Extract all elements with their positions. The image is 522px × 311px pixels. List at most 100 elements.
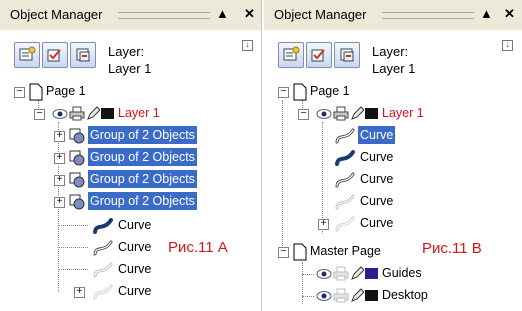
- tree-item-curve[interactable]: + Curve: [264, 214, 520, 235]
- page-label: Page 1: [46, 84, 86, 98]
- docker-grip[interactable]: [382, 12, 474, 19]
- curve-icon: [335, 150, 355, 166]
- layer-color-swatch: [365, 108, 378, 119]
- layer-caption: Layer:: [372, 44, 409, 59]
- figure-caption: Рис.11 В: [422, 240, 482, 257]
- docker-titlebar[interactable]: Object Manager ▲ ✕: [264, 0, 522, 30]
- tree-item-curve[interactable]: Curve: [264, 148, 520, 169]
- collapse-toggle[interactable]: −: [14, 87, 25, 98]
- group-label: Group of 2 Objects: [88, 192, 197, 210]
- printer-icon[interactable]: [69, 106, 85, 121]
- active-layer-name: Layer 1: [108, 61, 152, 76]
- expand-toggle[interactable]: +: [54, 175, 65, 186]
- figure-caption: Рис.11 А: [168, 239, 228, 256]
- layer-manager-view-icon[interactable]: [70, 42, 96, 68]
- object-tree: − Page 1 − Layer 1 Curve Curve Curve Cur…: [264, 78, 522, 311]
- page-icon: [29, 83, 43, 101]
- eye-icon[interactable]: [316, 108, 332, 120]
- expand-toggle[interactable]: +: [74, 287, 85, 298]
- docker-grip[interactable]: [118, 12, 210, 19]
- edit-across-layers-icon[interactable]: [42, 42, 68, 68]
- active-layer-name: Layer 1: [372, 61, 416, 76]
- group-icon: [69, 172, 85, 188]
- printer-icon[interactable]: [333, 288, 349, 303]
- close-icon[interactable]: ✕: [244, 6, 255, 22]
- curve-label: Curve: [358, 126, 396, 144]
- tree-item-layer[interactable]: − Layer 1: [0, 104, 260, 125]
- tree-item-curve[interactable]: + Curve: [0, 282, 260, 303]
- pencil-icon[interactable]: [86, 106, 100, 121]
- docker-toolbar: Layer: Layer 1 ↓: [0, 30, 261, 78]
- expand-toggle[interactable]: +: [54, 131, 65, 142]
- options-arrow-icon[interactable]: ↓: [502, 40, 513, 51]
- tree-item-guides[interactable]: Guides: [264, 264, 520, 285]
- docker-toolbar: Layer: Layer 1 ↓: [264, 30, 522, 78]
- group-icon: [69, 150, 85, 166]
- printer-icon[interactable]: [333, 266, 349, 281]
- object-tree: − Page 1 − Layer 1 + Group of 2 Objects …: [0, 78, 261, 311]
- group-label: Group of 2 Objects: [88, 126, 197, 144]
- tree-item-group[interactable]: + Group of 2 Objects: [0, 126, 260, 147]
- curve-icon: [335, 128, 355, 144]
- docker-title: Object Manager: [274, 7, 367, 22]
- pencil-icon[interactable]: [350, 266, 364, 281]
- page-icon: [293, 243, 307, 261]
- tree-item-curve[interactable]: Curve: [264, 126, 520, 147]
- eye-icon[interactable]: [52, 108, 68, 120]
- options-arrow-icon[interactable]: ↓: [242, 40, 253, 51]
- layer-label: Layer 1: [118, 106, 160, 120]
- curve-icon: [93, 262, 113, 278]
- layer-color-swatch: [101, 108, 114, 119]
- tree-item-curve[interactable]: Curve: [0, 260, 260, 281]
- printer-icon[interactable]: [333, 106, 349, 121]
- collapse-toggle[interactable]: −: [278, 247, 289, 258]
- curve-label: Curve: [360, 216, 394, 230]
- tree-item-curve[interactable]: Curve: [264, 170, 520, 191]
- pencil-icon[interactable]: [350, 106, 364, 121]
- tree-item-curve[interactable]: Curve: [0, 216, 260, 237]
- tree-item-page[interactable]: − Page 1: [0, 82, 260, 103]
- tree-item-curve[interactable]: Curve: [264, 192, 520, 213]
- tree-item-layer[interactable]: − Layer 1: [264, 104, 520, 125]
- expand-toggle[interactable]: +: [318, 219, 329, 230]
- group-icon: [69, 194, 85, 210]
- desktop-label: Desktop: [382, 288, 428, 302]
- object-manager-panel-left: Object Manager ▲ ✕ Layer: Layer 1 ↓ − Pa…: [0, 0, 262, 311]
- pencil-icon[interactable]: [350, 288, 364, 303]
- guides-label: Guides: [382, 266, 422, 280]
- expand-toggle[interactable]: +: [54, 197, 65, 208]
- docker-titlebar[interactable]: Object Manager ▲ ✕: [0, 0, 261, 30]
- curve-label: Curve: [360, 150, 394, 164]
- collapse-toggle[interactable]: −: [278, 87, 289, 98]
- close-icon[interactable]: ✕: [504, 6, 515, 22]
- page-label: Page 1: [310, 84, 350, 98]
- collapse-toggle[interactable]: −: [34, 109, 45, 120]
- tree-item-page[interactable]: − Page 1: [264, 82, 520, 103]
- layer-color-swatch: [365, 290, 378, 301]
- tree-item-desktop[interactable]: Desktop: [264, 286, 520, 307]
- tree-item-group[interactable]: + Group of 2 Objects: [0, 192, 260, 213]
- eye-icon[interactable]: [316, 290, 332, 302]
- group-label: Group of 2 Objects: [88, 170, 197, 188]
- curve-icon: [335, 194, 355, 210]
- new-layer-icon[interactable]: [278, 42, 304, 68]
- master-page-label: Master Page: [310, 244, 381, 258]
- eye-icon[interactable]: [316, 268, 332, 280]
- curve-label: Curve: [360, 194, 394, 208]
- triangle-up-icon[interactable]: ▲: [480, 6, 493, 22]
- page-icon: [293, 83, 307, 101]
- tree-item-group[interactable]: + Group of 2 Objects: [0, 170, 260, 191]
- group-icon: [69, 128, 85, 144]
- collapse-toggle[interactable]: −: [298, 109, 309, 120]
- layer-manager-view-icon[interactable]: [334, 42, 360, 68]
- expand-toggle[interactable]: +: [54, 153, 65, 164]
- tree-item-group[interactable]: + Group of 2 Objects: [0, 148, 260, 169]
- layer-color-swatch: [365, 268, 378, 279]
- curve-label: Curve: [118, 284, 152, 298]
- edit-across-layers-icon[interactable]: [306, 42, 332, 68]
- new-layer-icon[interactable]: [14, 42, 40, 68]
- active-layer-info: Layer: Layer 1: [108, 43, 151, 77]
- curve-label: Curve: [360, 172, 394, 186]
- triangle-up-icon[interactable]: ▲: [216, 6, 229, 22]
- layer-label: Layer 1: [382, 106, 424, 120]
